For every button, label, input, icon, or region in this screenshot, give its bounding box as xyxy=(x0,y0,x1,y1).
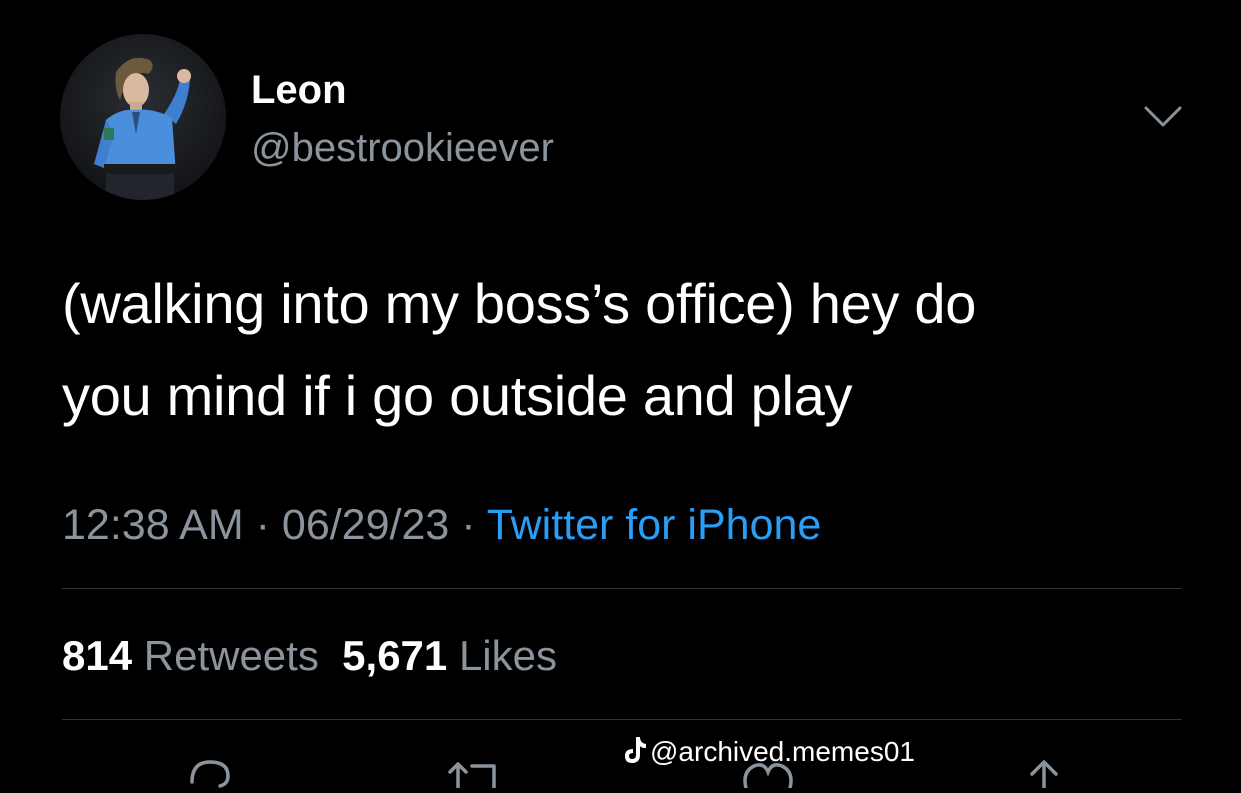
tweet-text: (walking into my boss’s office) hey do y… xyxy=(62,258,1202,442)
tweet-metadata: 12:38 AM · 06/29/23 · Twitter for iPhone xyxy=(62,498,821,552)
likes-count: 5,671 xyxy=(342,632,448,679)
watermark: @archived.memes01 xyxy=(622,732,915,772)
tweet-time: 12:38 AM xyxy=(62,501,244,549)
meta-separator: · xyxy=(449,501,487,549)
avatar-photo-icon xyxy=(94,57,191,200)
meta-separator: · xyxy=(243,501,282,549)
author-display-name[interactable]: Leon xyxy=(251,66,347,114)
retweets-stat[interactable]: 814 Retweets xyxy=(62,632,319,679)
tweet-text-line: (walking into my boss’s office) hey do xyxy=(62,272,977,335)
retweets-count: 814 xyxy=(62,632,133,679)
avatar[interactable] xyxy=(60,34,226,200)
likes-label: Likes xyxy=(458,632,558,679)
tweet-card: Leon @bestrookieever (walking into my bo… xyxy=(0,0,1241,790)
divider xyxy=(62,719,1182,720)
tweet-date: 06/29/23 xyxy=(281,501,450,549)
tweet-source-link[interactable]: Twitter for iPhone xyxy=(487,501,822,549)
likes-stat[interactable]: 5,671 Likes xyxy=(342,632,557,679)
author-handle[interactable]: @bestrookieever xyxy=(251,124,554,172)
retweets-label: Retweets xyxy=(143,632,319,679)
watermark-text: @archived.memes01 xyxy=(650,736,915,767)
retweet-icon[interactable] xyxy=(446,748,506,790)
divider xyxy=(62,588,1182,589)
reply-icon[interactable] xyxy=(180,748,240,788)
tweet-text-line: you mind if i go outside and play xyxy=(62,364,853,427)
engagement-stats: 814 Retweets 5,671 Likes xyxy=(62,628,557,684)
tiktok-icon xyxy=(622,735,648,765)
share-icon[interactable] xyxy=(1014,748,1074,790)
chevron-down-icon[interactable] xyxy=(1140,100,1186,134)
